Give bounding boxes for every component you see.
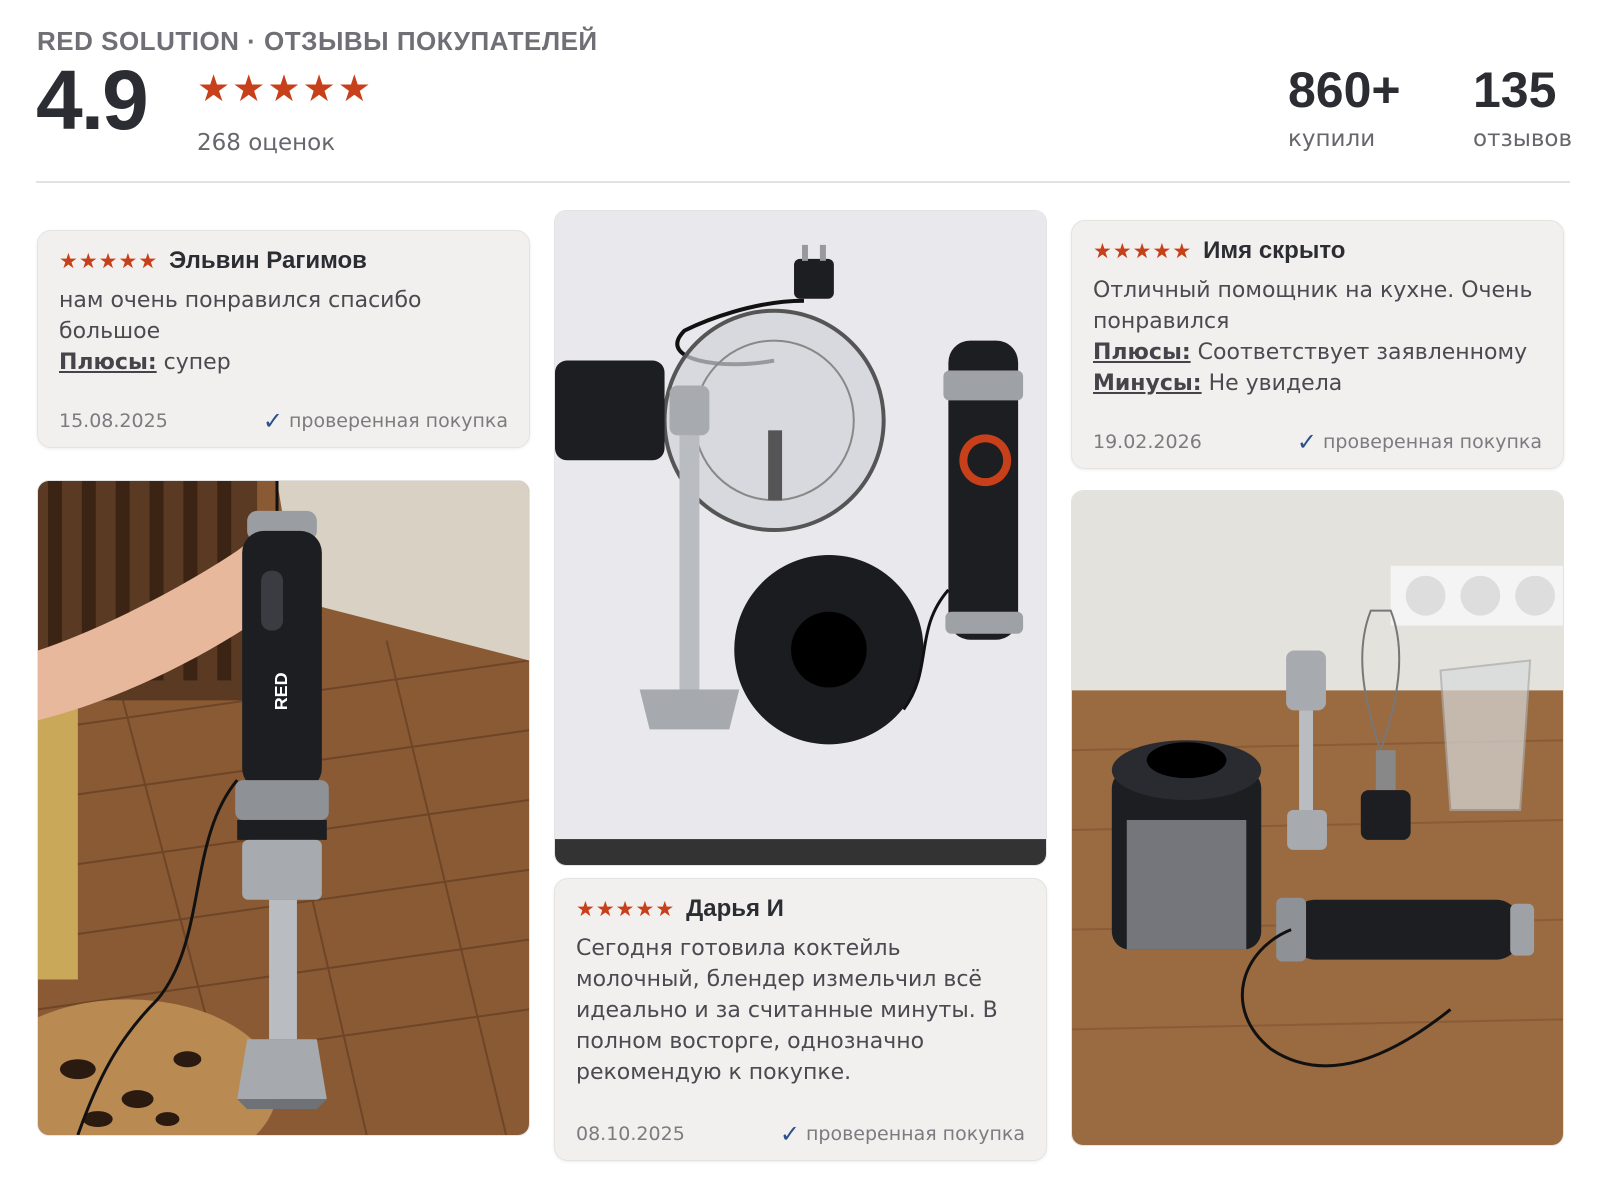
review-photo-2[interactable]	[554, 210, 1047, 866]
verified-label: проверенная покупка	[805, 1123, 1025, 1145]
star-icon: ★	[1172, 238, 1192, 263]
stat-bought: 860+ купили	[1288, 62, 1401, 152]
review-text: Отличный помощник на кухне. Очень понрав…	[1093, 278, 1533, 334]
review-author: Эльвин Рагимов	[169, 247, 367, 274]
verified-badge: ✓ проверенная покупка	[780, 1122, 1025, 1146]
review-stars: ★ ★ ★ ★ ★	[1093, 238, 1192, 263]
verified-badge: ✓ проверенная покупка	[263, 409, 508, 433]
pros-text: Соответствует заявленному	[1197, 340, 1528, 365]
star-icon: ★	[118, 248, 138, 273]
rating-count: 268 оценок	[197, 130, 336, 156]
rating-stars: ★ ★ ★ ★ ★	[197, 70, 371, 107]
stat-bought-value: 860+	[1288, 62, 1401, 118]
star-icon: ★	[267, 67, 301, 110]
star-icon: ★	[595, 896, 615, 921]
check-icon: ✓	[262, 407, 283, 435]
star-icon: ★	[1132, 238, 1152, 263]
star-icon: ★	[197, 67, 231, 110]
pros-label: Плюсы:	[1093, 340, 1191, 365]
star-icon: ★	[232, 67, 266, 110]
review-date: 15.08.2025	[59, 410, 168, 432]
review-photo-3[interactable]	[1071, 490, 1564, 1146]
verified-label: проверенная покупка	[288, 410, 508, 432]
check-icon: ✓	[779, 1120, 800, 1148]
review-card-2: ★ ★ ★ ★ ★ Дарья И Сегодня готовила коктейль …	[554, 878, 1047, 1161]
star-icon: ★	[1112, 238, 1132, 263]
review-stars: ★ ★ ★ ★ ★	[59, 248, 158, 273]
star-icon: ★	[337, 67, 371, 110]
star-icon: ★	[138, 248, 158, 273]
star-icon: ★	[302, 67, 336, 110]
review-text: Сегодня готовила коктейль молочный, блен…	[576, 936, 998, 1085]
cons-label: Минусы:	[1093, 371, 1202, 396]
star-icon: ★	[59, 248, 78, 273]
review-author: Имя скрыто	[1203, 237, 1346, 264]
star-icon: ★	[655, 896, 675, 921]
star-icon: ★	[615, 896, 635, 921]
photo-brand-logo: RED	[271, 672, 291, 710]
header-divider	[36, 181, 1570, 183]
review-stars: ★ ★ ★ ★ ★	[576, 896, 675, 921]
review-date: 08.10.2025	[576, 1123, 685, 1145]
star-icon: ★	[576, 896, 595, 921]
stat-bought-label: купили	[1288, 125, 1376, 152]
star-icon: ★	[98, 248, 118, 273]
average-rating: 4.9	[36, 53, 149, 147]
verified-label: проверенная покупка	[1322, 431, 1542, 453]
review-date: 19.02.2026	[1093, 431, 1202, 453]
stat-reviews[interactable]: 135 отзывов	[1473, 62, 1572, 152]
star-icon: ★	[1152, 238, 1172, 263]
cons-text: Не увидела	[1208, 371, 1343, 396]
review-card-1: ★ ★ ★ ★ ★ Эльвин Рагимов нам очень понравилс…	[37, 230, 530, 448]
star-icon: ★	[1093, 238, 1112, 263]
review-photo-1[interactable]: RED	[37, 480, 530, 1136]
review-card-3: ★ ★ ★ ★ ★ Имя скрыто Отличный помощник на ку…	[1071, 220, 1564, 469]
stat-reviews-label: отзывов	[1473, 125, 1573, 152]
review-text: нам очень понравился спасибо большое	[59, 288, 422, 344]
review-author: Дарья И	[686, 895, 784, 922]
check-icon: ✓	[1296, 428, 1317, 456]
star-icon: ★	[78, 248, 98, 273]
pros-label: Плюсы:	[59, 350, 157, 375]
stat-reviews-value: 135	[1473, 62, 1557, 118]
pros-text: супер	[163, 350, 231, 375]
verified-badge: ✓ проверенная покупка	[1297, 430, 1542, 454]
star-icon: ★	[635, 896, 655, 921]
